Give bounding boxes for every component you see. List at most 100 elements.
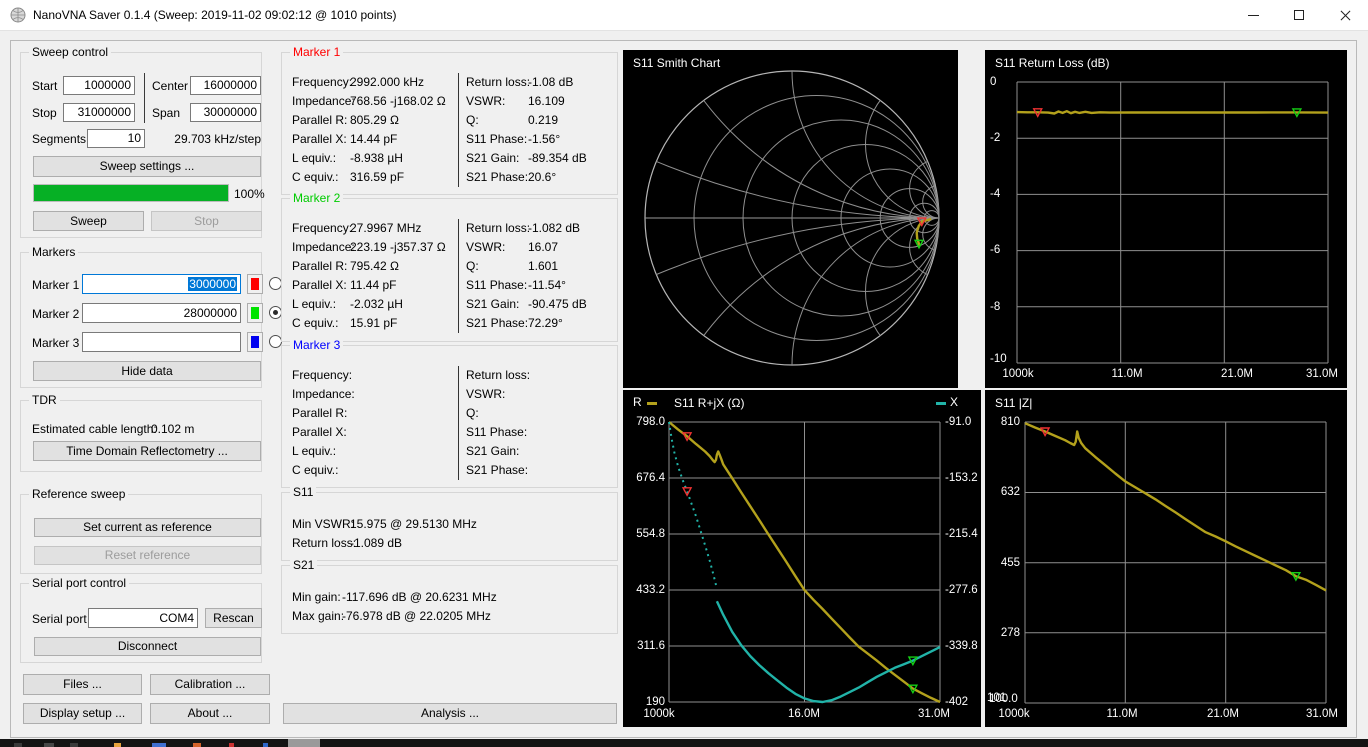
field-label: S21 Gain:: [466, 444, 519, 458]
taskbar-icon-sliver: [152, 743, 166, 747]
field-value: 1.601: [528, 259, 558, 273]
close-button[interactable]: [1322, 0, 1368, 31]
y-tick: 278: [987, 627, 1020, 639]
minimize-button[interactable]: [1230, 0, 1276, 31]
field-label: Parallel X:: [292, 278, 347, 292]
legend-r-label: R: [633, 396, 642, 408]
y-tick: -6: [990, 244, 1000, 256]
marker3-input[interactable]: [82, 332, 241, 352]
y-tick-left: 311.6: [625, 640, 665, 652]
stop-button[interactable]: Stop: [151, 211, 262, 231]
analysis-button[interactable]: Analysis ...: [283, 703, 617, 724]
y-tick-right: -339.8: [945, 640, 978, 652]
calibration-button[interactable]: Calibration ...: [150, 674, 270, 695]
z-magnitude-chart[interactable]: S11 |Z| 810 632 455 278 101 100.0 1000k …: [985, 390, 1347, 727]
maximize-button[interactable]: [1276, 0, 1322, 31]
field-label: Frequency:: [292, 368, 352, 382]
s11-summary-title: S11: [290, 485, 316, 499]
marker2-details-group: Marker 2 Frequency:27.9967 MHz Impedance…: [281, 198, 618, 342]
rescan-button[interactable]: Rescan: [205, 608, 262, 628]
about-button[interactable]: About ...: [150, 703, 270, 724]
taskbar-app-sliver: [288, 739, 320, 747]
y-tick-left: 190: [625, 696, 665, 708]
center-input[interactable]: 16000000: [190, 76, 261, 95]
sweep-settings-button[interactable]: Sweep settings ...: [33, 156, 261, 177]
field-label: S21 Gain:: [466, 151, 519, 165]
field-label: Frequency:: [292, 221, 352, 235]
y-tick: -10: [990, 353, 1007, 365]
field-label: Return loss:: [466, 75, 530, 89]
field-label: Impedance:: [292, 240, 355, 254]
marker2-details-title: Marker 2: [290, 191, 343, 205]
taskbar[interactable]: [0, 739, 1368, 747]
y-tick-right: -277.6: [945, 584, 978, 596]
center-label: Center: [152, 79, 188, 93]
marker3-label: Marker 3: [32, 336, 79, 350]
x-tick: 11.0M: [1106, 708, 1137, 720]
field-label: Parallel R:: [292, 113, 347, 127]
marker2-color-chip: [251, 307, 259, 319]
disconnect-button[interactable]: Disconnect: [34, 637, 261, 656]
y-tick: 0: [990, 76, 996, 88]
field-value: 15.975 @ 29.5130 MHz: [350, 517, 477, 531]
set-reference-button[interactable]: Set current as reference: [34, 518, 261, 537]
x-tick: 1000k: [1002, 368, 1033, 380]
y-tick-left: 433.2: [625, 584, 665, 596]
x-tick: 16.0M: [788, 708, 820, 720]
tdr-button[interactable]: Time Domain Reflectometry ...: [33, 441, 261, 461]
field-label: L equiv.:: [292, 444, 336, 458]
smith-chart[interactable]: S11 Smith Chart: [623, 50, 958, 388]
marker1-details-group: Marker 1 Frequency:2992.000 kHz Impedanc…: [281, 52, 618, 195]
field-value: -11.54°: [528, 278, 566, 292]
field-label: Parallel R:: [292, 259, 347, 273]
legend-x-dash: [936, 402, 946, 405]
field-value: 16.109: [528, 94, 565, 108]
files-button[interactable]: Files ...: [23, 674, 142, 695]
legend-r-dash: [647, 402, 657, 405]
y-tick: -4: [990, 188, 1000, 200]
start-input[interactable]: 1000000: [63, 76, 135, 95]
tdr-title: TDR: [29, 393, 60, 407]
sweep-button[interactable]: Sweep: [33, 211, 144, 231]
stop-input[interactable]: 31000000: [63, 103, 135, 122]
field-value: 16.07: [528, 240, 558, 254]
field-label: VSWR:: [466, 94, 505, 108]
field-value: -1.08 dB: [528, 75, 573, 89]
field-label: Impedance:: [292, 387, 355, 401]
x-tick: 31.0M: [1306, 708, 1338, 720]
segments-input[interactable]: 10: [87, 129, 145, 148]
taskbar-icon-sliver: [70, 743, 78, 747]
field-label: Min VSWR:: [292, 517, 354, 531]
marker2-color-button[interactable]: [247, 303, 263, 323]
reset-reference-button[interactable]: Reset reference: [34, 546, 261, 565]
field-value: 15.91 pF: [350, 316, 397, 330]
span-input[interactable]: 30000000: [190, 103, 261, 122]
sweep-divider: [144, 73, 145, 123]
title-bar: NanoVNA Saver 0.1.4 (Sweep: 2019-11-02 0…: [0, 0, 1368, 31]
rjx-chart[interactable]: R S11 R+jX (Ω) X 798.0 676.4 554.8 433.2…: [623, 390, 981, 727]
field-label: Return loss:: [466, 221, 530, 235]
marker2-input[interactable]: 28000000: [82, 303, 241, 323]
field-value: 14.44 pF: [350, 132, 397, 146]
field-label: L equiv.:: [292, 297, 336, 311]
field-label: Q:: [466, 113, 479, 127]
field-value: -90.475 dB: [528, 297, 587, 311]
field-label: C equiv.:: [292, 463, 338, 477]
serial-port-input[interactable]: COM4: [88, 608, 198, 628]
marker1-color-button[interactable]: [247, 274, 263, 294]
field-label: Q:: [466, 406, 479, 420]
y-tick-left: 798.0: [625, 416, 665, 428]
tdr-group: TDR Estimated cable length: 0.102 m Time…: [20, 400, 262, 472]
return-loss-chart[interactable]: S11 Return Loss (dB) 0 -2 -4 -6 -8 -10 1…: [985, 50, 1347, 388]
marker1-input[interactable]: 3000000: [82, 274, 241, 294]
display-setup-button[interactable]: Display setup ...: [23, 703, 142, 724]
hide-data-button[interactable]: Hide data: [33, 361, 261, 381]
x-tick: 1000k: [998, 708, 1029, 720]
smith-chart-title: S11 Smith Chart: [633, 56, 720, 70]
field-label: S21 Phase:: [466, 463, 528, 477]
y-tick: 632: [987, 486, 1020, 498]
y-tick-right: -215.4: [945, 528, 978, 540]
marker3-color-button[interactable]: [247, 332, 263, 352]
z-chart-title: S11 |Z|: [995, 396, 1032, 410]
marker1-label: Marker 1: [32, 278, 79, 292]
